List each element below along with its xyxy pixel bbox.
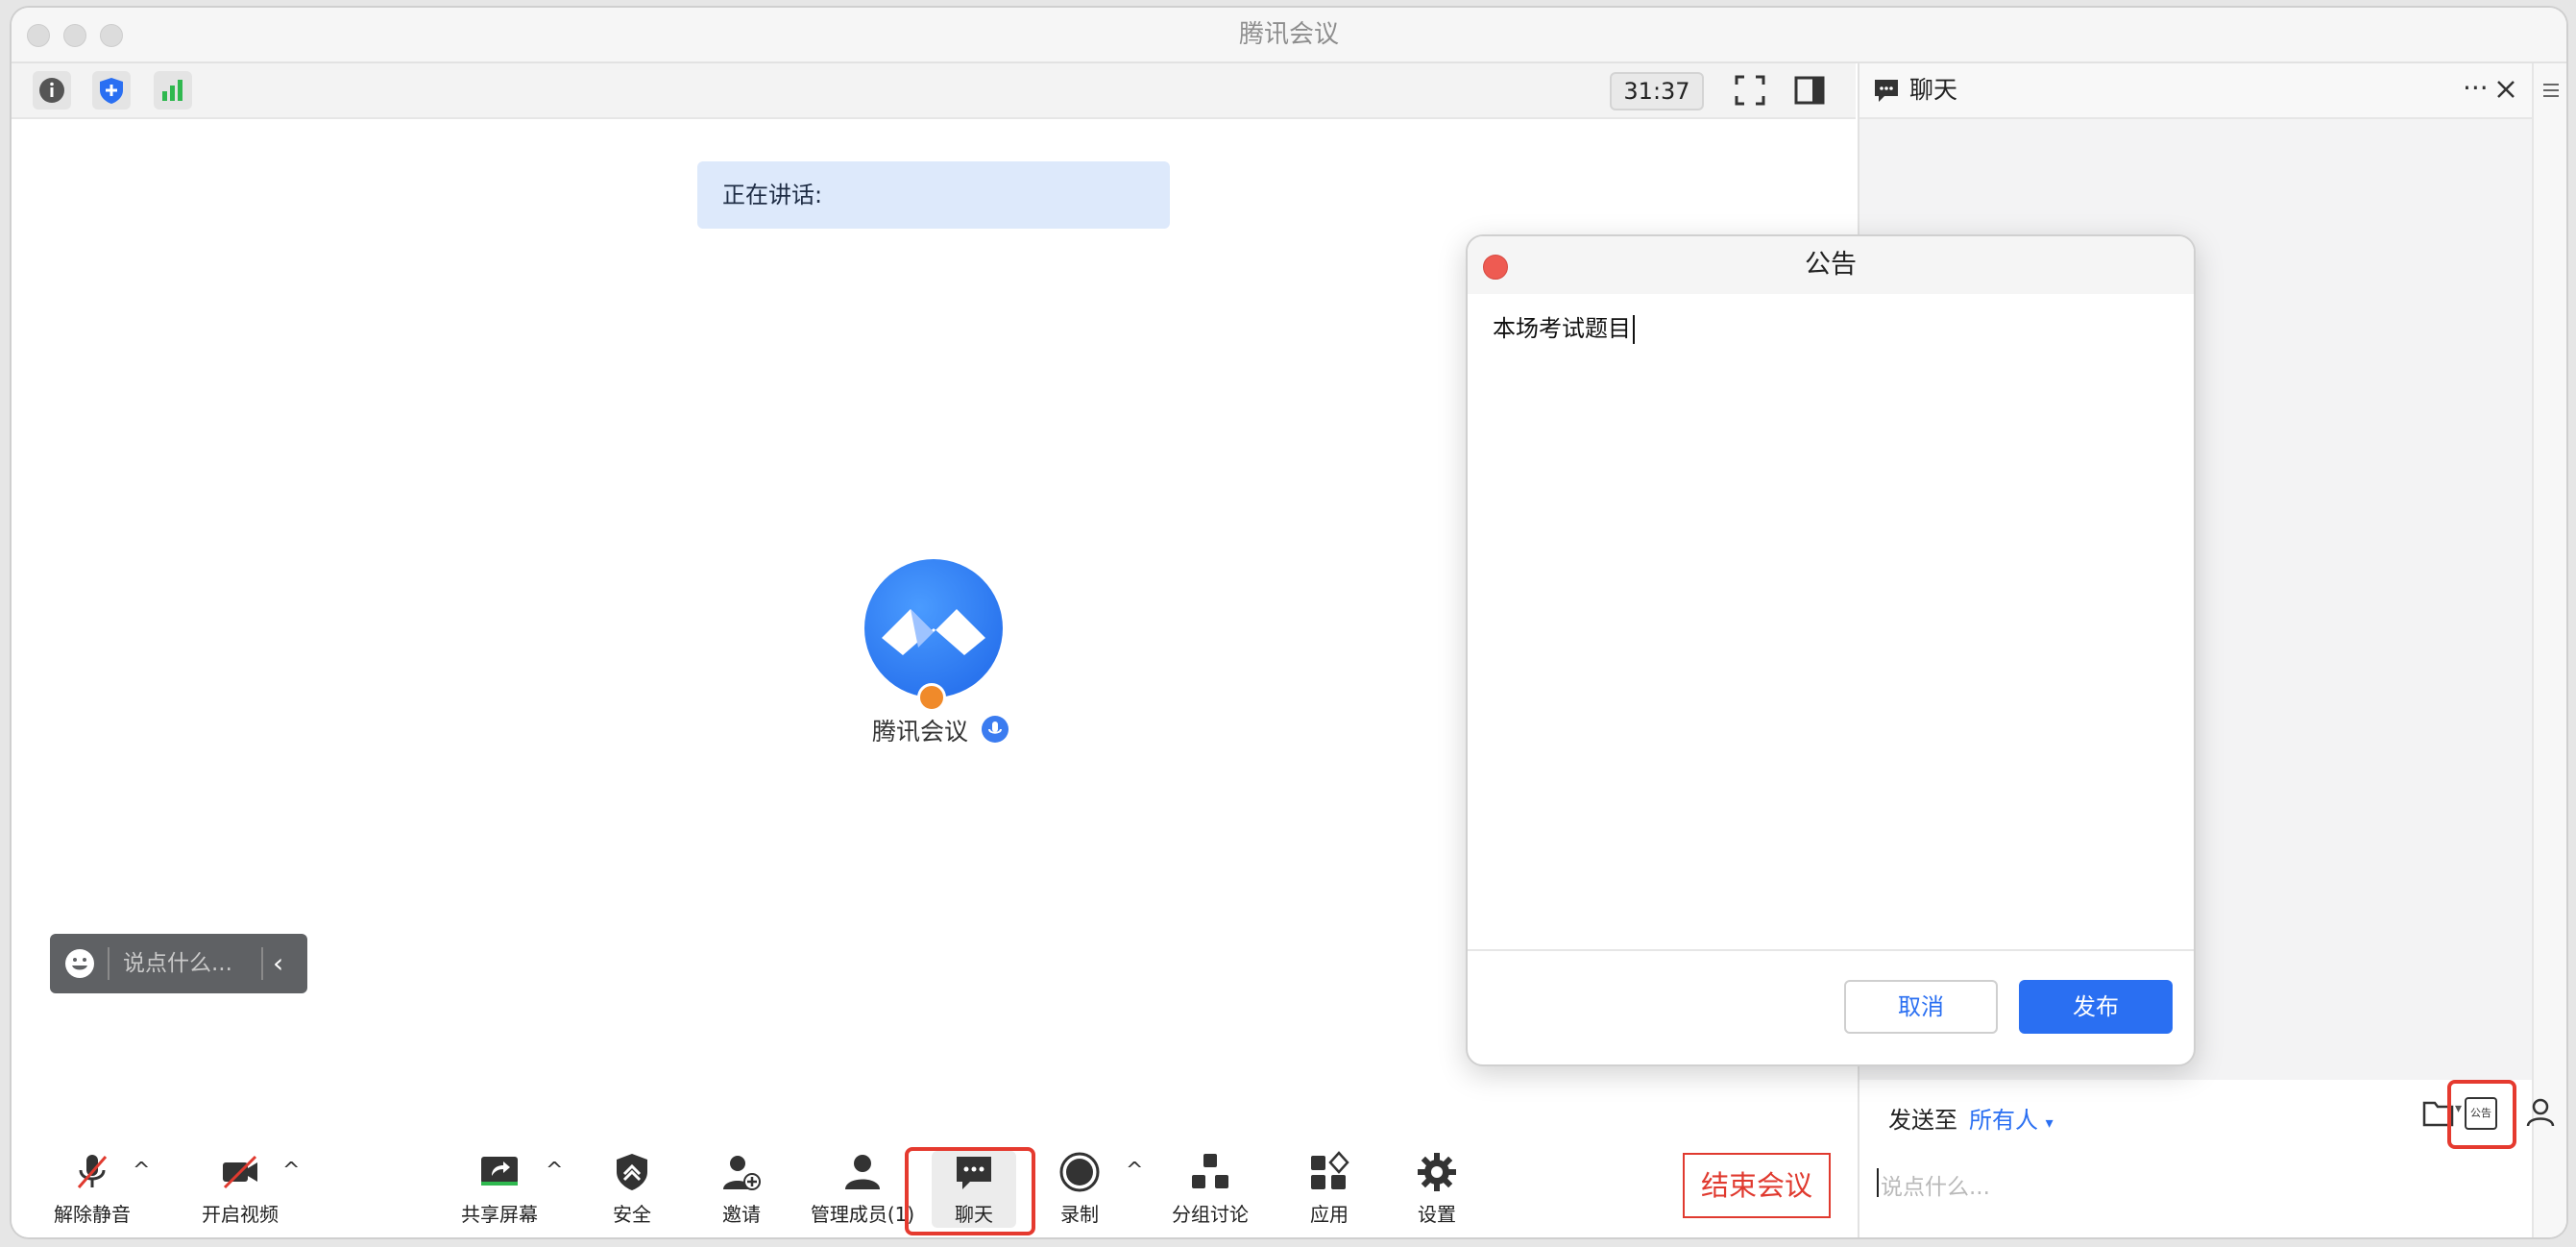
chat-icon — [1875, 80, 1898, 102]
meeting-toolbar: 解除静音 ^ 开启视频 ^ 共享屏幕 ^ 安全 邀请 管理成员(1) 聊天 录制… — [12, 1130, 1856, 1237]
close-icon[interactable] — [2495, 79, 2516, 100]
breakout-rooms-label: 分组讨论 — [1172, 1203, 1249, 1226]
start-video-label: 开启视频 — [202, 1203, 279, 1226]
fullscreen-button[interactable] — [1731, 71, 1769, 110]
shield-icon — [100, 78, 123, 104]
send-to-selector[interactable]: 所有人 ▾ — [1969, 1101, 2054, 1135]
record-icon — [1059, 1152, 1100, 1192]
tencent-meeting-logo-icon — [882, 609, 985, 655]
floating-chat-placeholder: 说点什么... — [123, 951, 232, 976]
signal-bars-icon — [162, 80, 182, 101]
panel-side-strip — [2532, 63, 2566, 1237]
network-status-button[interactable] — [154, 71, 192, 110]
share-screen-button[interactable]: 共享屏幕 — [442, 1151, 557, 1230]
fullscreen-icon — [1735, 75, 1765, 106]
collapse-chevron-icon[interactable]: ‹ — [273, 934, 283, 993]
record-options-chevron-icon[interactable]: ^ — [1126, 1159, 1143, 1183]
mic-muted-icon — [77, 1155, 108, 1188]
participant-avatar — [864, 559, 1003, 697]
add-person-icon — [723, 1156, 761, 1190]
more-options-icon[interactable]: ··· — [2463, 63, 2489, 113]
host-badge-icon — [917, 683, 946, 712]
invite-label: 邀请 — [722, 1203, 761, 1226]
record-button[interactable]: 录制 — [1022, 1151, 1137, 1230]
share-options-chevron-icon[interactable]: ^ — [546, 1159, 563, 1183]
chat-panel-title: 聊天 — [1909, 76, 1958, 104]
divider — [108, 947, 109, 980]
video-options-chevron-icon[interactable]: ^ — [282, 1159, 300, 1183]
record-label: 录制 — [1060, 1203, 1099, 1226]
title-bar: 腾讯会议 — [12, 8, 2566, 63]
settings-label: 设置 — [1418, 1203, 1456, 1226]
app-window: 腾讯会议 31:37 正在讲话: 腾讯会议 说点什么... ‹ 解除静音 ^ 开… — [12, 8, 2566, 1237]
members-icon — [845, 1155, 880, 1189]
announcement-icon-text: 公告 — [2470, 1107, 2491, 1119]
apps-button[interactable]: 应用 — [1272, 1151, 1387, 1230]
person-icon[interactable] — [2526, 1097, 2555, 1128]
security-shield-icon — [617, 1154, 647, 1190]
chat-panel-header: 聊天 ··· — [1859, 63, 2566, 119]
announcement-content: 本场考试题目 — [1493, 315, 1631, 342]
send-to-value: 所有人 — [1969, 1107, 2038, 1134]
chat-input-area: 发送至 所有人 ▾ ▾ 公告 说点什么... — [1859, 1080, 2555, 1237]
announcement-text-area[interactable]: 本场考试题目 — [1493, 309, 1635, 344]
breakout-rooms-icon — [1192, 1154, 1228, 1188]
text-caret — [1633, 315, 1635, 344]
speaking-indicator: 正在讲话: — [697, 161, 1170, 229]
manage-members-label: 管理成员(1) — [810, 1203, 915, 1226]
participant-name: 腾讯会议 — [872, 718, 969, 746]
meeting-info-button[interactable] — [33, 71, 71, 110]
invite-button[interactable]: 邀请 — [684, 1151, 799, 1230]
publish-button[interactable]: 发布 — [2019, 980, 2173, 1034]
apps-icon — [1311, 1151, 1349, 1189]
audio-options-chevron-icon[interactable]: ^ — [133, 1159, 150, 1183]
sidebar-layout-icon — [1794, 76, 1825, 105]
toggle-sidebar-button[interactable] — [1790, 71, 1829, 110]
chat-button-highlight — [905, 1147, 1035, 1235]
security-status-button[interactable] — [92, 71, 131, 110]
cancel-button[interactable]: 取消 — [1844, 980, 1998, 1034]
start-video-button[interactable]: 开启视频 — [182, 1151, 298, 1230]
divider — [261, 947, 263, 980]
end-meeting-button[interactable]: 结束会议 — [1683, 1153, 1831, 1218]
manage-members-button[interactable]: 管理成员(1) — [805, 1151, 920, 1230]
apps-label: 应用 — [1310, 1203, 1349, 1226]
chat-message-input[interactable]: 说点什么... — [1881, 1168, 1990, 1201]
video-off-icon — [223, 1155, 257, 1189]
dropdown-caret-icon: ▾ — [2045, 1113, 2054, 1132]
announcement-button[interactable]: 公告 — [2465, 1097, 2497, 1130]
meeting-timer: 31:37 — [1610, 72, 1704, 110]
emoji-icon[interactable] — [63, 947, 96, 980]
info-icon — [39, 78, 64, 103]
mic-status-icon — [982, 716, 1009, 743]
dialog-title: 公告 — [1805, 250, 1857, 280]
settings-button[interactable]: 设置 — [1379, 1151, 1495, 1230]
share-screen-icon — [481, 1157, 518, 1186]
breakout-rooms-button[interactable]: 分组讨论 — [1153, 1151, 1268, 1230]
share-screen-label: 共享屏幕 — [461, 1203, 538, 1226]
announcement-dialog: 公告 本场考试题目 取消 发布 — [1466, 234, 2196, 1066]
menu-icon[interactable] — [2541, 81, 2561, 100]
unmute-label: 解除静音 — [54, 1203, 131, 1226]
meeting-info-bar: 31:37 — [12, 63, 1856, 119]
security-button[interactable]: 安全 — [574, 1151, 690, 1230]
dialog-header: 公告 — [1468, 236, 2194, 294]
window-title: 腾讯会议 — [1238, 20, 1339, 49]
security-label: 安全 — [613, 1203, 651, 1226]
send-to-label: 发送至 — [1888, 1107, 1957, 1134]
gear-icon — [1418, 1153, 1456, 1191]
dialog-footer: 取消 发布 — [1468, 949, 2194, 1064]
floating-chat-input[interactable]: 说点什么... ‹ — [50, 934, 307, 993]
text-caret — [1877, 1168, 1879, 1197]
